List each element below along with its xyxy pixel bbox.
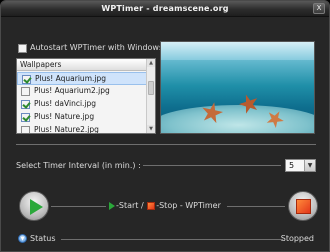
controls-legend: -Start / -Stop - WPTimer (109, 201, 221, 213)
wallpaper-checkbox[interactable] (22, 75, 31, 84)
divider (16, 144, 316, 145)
wallpaper-checkbox[interactable] (21, 126, 30, 133)
wallpaper-name: Plus! Nature.jpg (34, 112, 95, 121)
wallpaper-list-scrollbar[interactable]: ▲ ▼ (146, 59, 155, 133)
wallpaper-name: Plus! Aquarium.jpg (35, 74, 106, 83)
divider (227, 206, 285, 207)
wptimer-window: WPTimer - dreamscene.org X Autostart WPT… (0, 0, 330, 252)
wallpaper-list[interactable]: Wallpapers Plus! Aquarium.jpg Plus! Aqua… (16, 58, 156, 134)
legend-start: -Start / (116, 201, 144, 210)
stop-button[interactable] (288, 191, 318, 221)
divider (51, 206, 106, 207)
stop-icon (296, 199, 311, 214)
wallpaper-item[interactable]: Plus! Aquarium.jpg (17, 72, 147, 85)
timer-interval-label: Select Timer Interval (in min.) : (16, 161, 141, 170)
stop-icon (147, 201, 156, 210)
close-button[interactable]: X (313, 3, 325, 14)
wallpaper-checkbox[interactable] (21, 100, 30, 109)
wallpaper-item[interactable]: Plus! daVinci.jpg (17, 98, 147, 111)
wallpaper-checkbox[interactable] (21, 113, 30, 122)
divider (61, 239, 283, 240)
play-icon (30, 199, 43, 215)
title-bar[interactable]: WPTimer - dreamscene.org X (1, 1, 329, 17)
wallpaper-item[interactable]: Plus! Nature2.jpg (17, 124, 147, 134)
preview-seabed (161, 105, 314, 133)
status-value: Stopped (280, 234, 314, 243)
wallpaper-name: Plus! Aquarium2.jpg (34, 86, 110, 95)
wallpaper-name: Plus! daVinci.jpg (34, 99, 97, 108)
timer-interval-value: 5 (289, 161, 295, 170)
chevron-down-icon[interactable]: ▼ (304, 160, 315, 171)
wallpaper-checkbox[interactable] (21, 87, 30, 96)
wallpaper-item[interactable]: Plus! Nature.jpg (17, 111, 147, 124)
wallpaper-item[interactable]: Plus! Aquarium2.jpg (17, 85, 147, 98)
play-icon (109, 201, 115, 210)
start-button[interactable] (19, 191, 49, 221)
wallpaper-preview (160, 41, 315, 134)
wallpaper-name: Plus! Nature2.jpg (34, 125, 99, 134)
divider (143, 165, 281, 166)
scroll-thumb[interactable] (148, 81, 154, 95)
window-title: WPTimer - dreamscene.org (101, 4, 229, 13)
timer-interval-select[interactable]: 5 ▼ (285, 159, 316, 172)
scroll-down-icon[interactable]: ▼ (147, 125, 155, 133)
close-icon: X (316, 4, 322, 12)
scroll-up-icon[interactable]: ▲ (147, 59, 155, 67)
chevron-down-icon[interactable]: ▼ (18, 234, 27, 243)
wallpaper-list-header: Wallpapers (17, 59, 147, 71)
status-label: Status (30, 234, 56, 243)
autostart-checkbox[interactable] (18, 44, 27, 53)
legend-stop: -Stop - WPTimer (156, 201, 221, 210)
autostart-label: Autostart WPTimer with Windows (30, 43, 164, 52)
preview-water-surface (161, 42, 314, 60)
